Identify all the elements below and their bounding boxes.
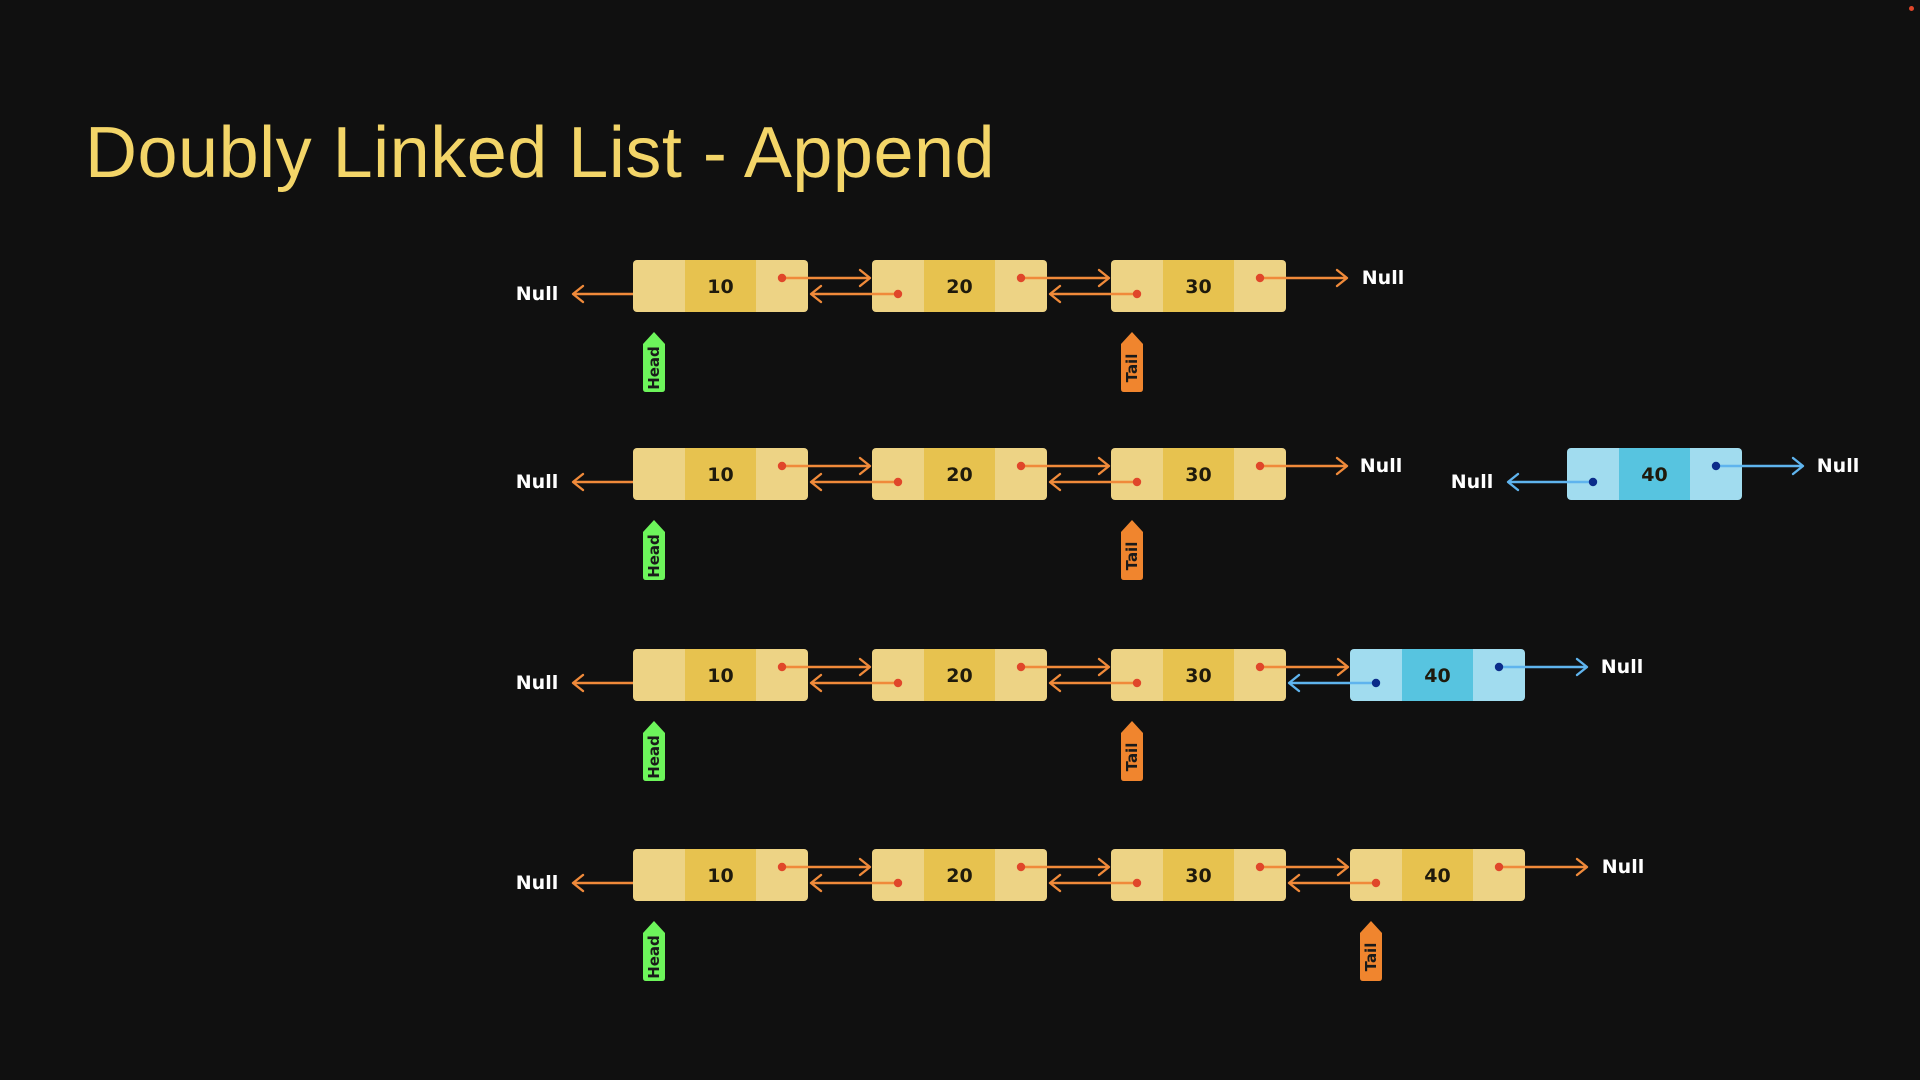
pointer-dot [1588,477,1598,487]
step-3: Null 10 20 30 40 Null Head Tail [516,649,1643,781]
pointer-dot [1494,662,1504,672]
node-value: 40 [1424,665,1450,687]
pointer-dot [1016,273,1026,283]
node-10: 10 [633,260,808,312]
pointer-dot [1255,662,1265,672]
step-2: Null 10 20 30 Null 40 Null Null Head Tail [516,448,1859,580]
node-value: 20 [946,865,972,887]
pointer-dot [1255,461,1265,471]
new-node-40: 40 [1567,448,1742,500]
node-value: 10 [707,865,733,887]
pointer-dot [1371,878,1381,888]
node-10: 10 [633,649,808,701]
node-value: 10 [707,276,733,298]
node-20: 20 [872,649,1047,701]
head-tag: Head [643,921,665,981]
node-value: 10 [707,665,733,687]
tail-tag: Tail [1121,721,1143,781]
null-label-left: Null [516,471,558,493]
null-label-right: Null [1601,656,1643,678]
null-label-right: Null [1602,856,1644,878]
linked-list-diagram: Null 10 20 30 NullHead TailNull 10 20 30 Null 40Nu… [516,260,1859,981]
node-20: 20 [872,849,1047,901]
pointer-dot [777,662,787,672]
pointer-dot [1132,678,1142,688]
node-value: 40 [1424,865,1450,887]
node-value: 30 [1185,665,1211,687]
node-value: 30 [1185,464,1211,486]
node-20: 20 [872,260,1047,312]
node-30: 30 [1111,649,1286,701]
pointer-dot [893,289,903,299]
pointer-dot [1494,862,1504,872]
null-label-left: Null [516,283,558,305]
pointer-dot [893,678,903,688]
node-30: 30 [1111,448,1286,500]
node-value: 30 [1185,276,1211,298]
tag-label: Head [645,935,663,979]
node-10: 10 [633,849,808,901]
null-label-left: Null [516,672,558,694]
node-value: 20 [946,464,972,486]
pointer-dot [1016,662,1026,672]
node-value: 40 [1641,464,1667,486]
tail-tag: Tail [1121,332,1143,392]
new-node-null-right: Null [1817,455,1859,477]
head-tag: Head [643,332,665,392]
pointer-dot [1016,461,1026,471]
head-tag: Head [643,721,665,781]
tag-label: Tail [1123,542,1141,571]
pointer-dot [777,273,787,283]
node-value: 10 [707,464,733,486]
tag-label: Head [645,346,663,390]
null-label-right: Null [1360,455,1402,477]
null-label-right: Null [1362,267,1404,289]
node-30: 30 [1111,260,1286,312]
pointer-dot [777,862,787,872]
null-label-left: Null [516,872,558,894]
node-20: 20 [872,448,1047,500]
pointer-dot [1711,461,1721,471]
new-node-40: 40 [1350,649,1525,701]
step-4: Null 10 20 30 40 Null Head Tail [516,849,1644,981]
node-value: 30 [1185,865,1211,887]
pointer-dot [777,461,787,471]
node-30: 30 [1111,849,1286,901]
pointer-dot [893,477,903,487]
tail-tag: Tail [1121,520,1143,580]
pointer-dot [1371,678,1381,688]
tail-tag: Tail [1360,921,1382,981]
tag-label: Head [645,735,663,779]
node-value: 20 [946,665,972,687]
node-10: 10 [633,448,808,500]
tag-label: Tail [1362,943,1380,972]
node-value: 20 [946,276,972,298]
tag-label: Tail [1123,743,1141,772]
node-40: 40 [1350,849,1525,901]
pointer-dot [1132,477,1142,487]
pointer-dot [1255,273,1265,283]
pointer-dot [1255,862,1265,872]
tag-label: Head [645,534,663,578]
tag-label: Tail [1123,354,1141,383]
step-1: Null 10 20 30 Null Head Tail [516,260,1404,392]
pointer-dot [1016,862,1026,872]
pointer-dot [1132,878,1142,888]
head-tag: Head [643,520,665,580]
pointer-dot [893,878,903,888]
pointer-dot [1132,289,1142,299]
new-node-null-left: Null [1451,471,1493,493]
